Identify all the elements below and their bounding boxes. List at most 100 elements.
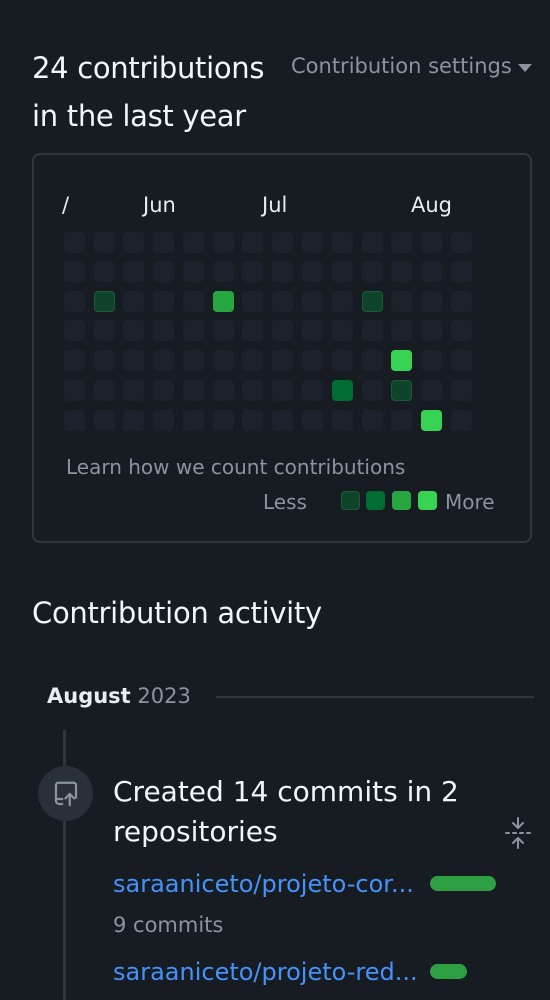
contribution-day-cell[interactable] (213, 291, 234, 312)
contribution-day-cell[interactable] (391, 350, 412, 371)
contribution-day-cell[interactable] (272, 410, 293, 431)
contribution-day-cell[interactable] (153, 350, 174, 371)
contribution-day-cell[interactable] (272, 350, 293, 371)
contribution-day-cell[interactable] (183, 320, 204, 341)
contribution-day-cell[interactable] (421, 232, 442, 253)
contribution-day-cell[interactable] (451, 320, 472, 341)
contribution-day-cell[interactable] (302, 350, 323, 371)
repo-link[interactable]: saraaniceto/projeto-red... (113, 958, 418, 986)
contribution-day-cell[interactable] (94, 232, 115, 253)
contribution-day-cell[interactable] (183, 261, 204, 282)
contribution-day-cell[interactable] (213, 350, 234, 371)
contribution-day-cell[interactable] (391, 291, 412, 312)
contribution-day-cell[interactable] (64, 410, 85, 431)
contribution-day-cell[interactable] (332, 261, 353, 282)
contribution-day-cell[interactable] (94, 380, 115, 401)
contribution-day-cell[interactable] (272, 261, 293, 282)
contribution-day-cell[interactable] (183, 380, 204, 401)
contribution-day-cell[interactable] (362, 320, 383, 341)
contribution-day-cell[interactable] (94, 261, 115, 282)
contribution-day-cell[interactable] (123, 410, 144, 431)
contribution-day-cell[interactable] (421, 320, 442, 341)
contribution-day-cell[interactable] (302, 291, 323, 312)
contribution-day-cell[interactable] (451, 350, 472, 371)
contribution-day-cell[interactable] (451, 232, 472, 253)
contribution-day-cell[interactable] (302, 261, 323, 282)
contribution-day-cell[interactable] (302, 320, 323, 341)
contribution-day-cell[interactable] (332, 320, 353, 341)
contribution-day-cell[interactable] (153, 410, 174, 431)
contribution-day-cell[interactable] (213, 232, 234, 253)
contribution-day-cell[interactable] (153, 291, 174, 312)
contribution-day-cell[interactable] (332, 232, 353, 253)
contribution-day-cell[interactable] (153, 320, 174, 341)
contribution-day-cell[interactable] (242, 232, 263, 253)
contribution-day-cell[interactable] (272, 320, 293, 341)
learn-contributions-link[interactable]: Learn how we count contributions (66, 455, 405, 479)
contribution-day-cell[interactable] (421, 291, 442, 312)
contribution-day-cell[interactable] (94, 410, 115, 431)
contribution-day-cell[interactable] (213, 410, 234, 431)
contribution-day-cell[interactable] (64, 380, 85, 401)
contribution-day-cell[interactable] (391, 410, 412, 431)
contribution-day-cell[interactable] (332, 291, 353, 312)
contribution-day-cell[interactable] (302, 380, 323, 401)
contribution-day-cell[interactable] (272, 380, 293, 401)
contribution-day-cell[interactable] (302, 410, 323, 431)
contribution-day-cell[interactable] (272, 232, 293, 253)
contribution-day-cell[interactable] (64, 320, 85, 341)
contribution-day-cell[interactable] (183, 410, 204, 431)
contribution-day-cell[interactable] (153, 261, 174, 282)
contribution-day-cell[interactable] (451, 291, 472, 312)
contribution-day-cell[interactable] (332, 380, 353, 401)
contribution-day-cell[interactable] (183, 350, 204, 371)
contribution-day-cell[interactable] (64, 232, 85, 253)
contribution-day-cell[interactable] (451, 380, 472, 401)
contribution-day-cell[interactable] (362, 380, 383, 401)
contribution-day-cell[interactable] (213, 380, 234, 401)
contribution-settings-dropdown[interactable]: Contribution settings (291, 54, 532, 78)
contribution-day-cell[interactable] (362, 410, 383, 431)
contribution-day-cell[interactable] (123, 350, 144, 371)
contribution-day-cell[interactable] (451, 410, 472, 431)
contribution-day-cell[interactable] (362, 291, 383, 312)
contribution-day-cell[interactable] (94, 350, 115, 371)
contribution-day-cell[interactable] (332, 350, 353, 371)
contribution-day-cell[interactable] (362, 350, 383, 371)
contribution-day-cell[interactable] (242, 410, 263, 431)
contribution-day-cell[interactable] (302, 232, 323, 253)
contribution-day-cell[interactable] (451, 261, 472, 282)
contribution-day-cell[interactable] (242, 350, 263, 371)
contribution-day-cell[interactable] (332, 410, 353, 431)
contribution-day-cell[interactable] (242, 320, 263, 341)
contribution-day-cell[interactable] (421, 350, 442, 371)
contribution-day-cell[interactable] (64, 291, 85, 312)
contribution-day-cell[interactable] (123, 380, 144, 401)
contribution-day-cell[interactable] (421, 380, 442, 401)
contribution-day-cell[interactable] (391, 232, 412, 253)
contribution-day-cell[interactable] (391, 380, 412, 401)
contribution-day-cell[interactable] (391, 261, 412, 282)
contribution-day-cell[interactable] (242, 380, 263, 401)
contribution-day-cell[interactable] (153, 232, 174, 253)
contribution-day-cell[interactable] (242, 261, 263, 282)
contribution-day-cell[interactable] (272, 291, 293, 312)
contribution-day-cell[interactable] (242, 291, 263, 312)
contribution-day-cell[interactable] (213, 320, 234, 341)
contribution-day-cell[interactable] (123, 291, 144, 312)
contribution-day-cell[interactable] (362, 232, 383, 253)
contribution-day-cell[interactable] (123, 320, 144, 341)
contribution-day-cell[interactable] (183, 291, 204, 312)
contribution-day-cell[interactable] (153, 380, 174, 401)
contribution-day-cell[interactable] (391, 320, 412, 341)
contribution-day-cell[interactable] (183, 232, 204, 253)
contribution-day-cell[interactable] (421, 261, 442, 282)
contribution-day-cell[interactable] (64, 261, 85, 282)
fold-icon[interactable] (504, 816, 532, 850)
contribution-day-cell[interactable] (94, 320, 115, 341)
contribution-day-cell[interactable] (64, 350, 85, 371)
contribution-day-cell[interactable] (123, 232, 144, 253)
contribution-day-cell[interactable] (94, 291, 115, 312)
repo-link[interactable]: saraaniceto/projeto-cor... (113, 870, 414, 898)
contribution-day-cell[interactable] (421, 410, 442, 431)
